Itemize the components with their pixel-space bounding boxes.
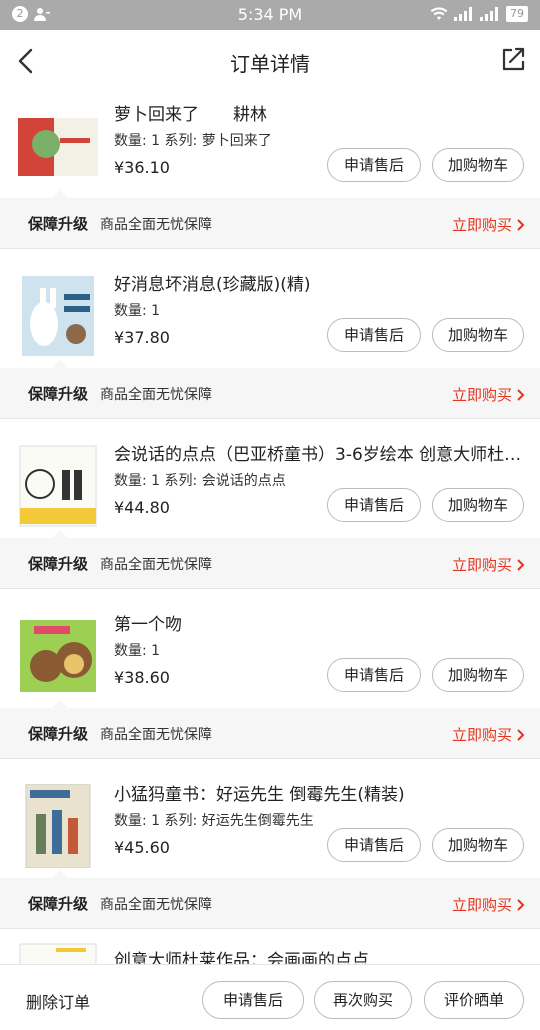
- book-cover-image[interactable]: [16, 942, 100, 964]
- apply-after-sale-button[interactable]: 申请售后: [327, 828, 421, 862]
- item-price: ¥36.10: [114, 158, 170, 177]
- guarantee-desc: 商品全面无忧保障: [100, 217, 212, 233]
- status-bar: 2 5:34 PM 79: [0, 0, 540, 30]
- chevron-right-icon: [517, 558, 525, 571]
- buy-now-label: 立即购买: [451, 216, 512, 234]
- item-name[interactable]: 会说话的点点（巴亚桥童书）3-6岁绘本 创意大师杜莱作品: [114, 440, 522, 464]
- pointer-arrow: [52, 360, 68, 368]
- item-name[interactable]: 小猛犸童书：好运先生 倒霉先生(精装): [114, 780, 522, 804]
- item-name[interactable]: 萝卜回来了 耕林: [114, 100, 522, 124]
- order-item: 小猛犸童书：好运先生 倒霉先生(精装) 数量: 1 系列: 好运先生倒霉先生 ¥…: [0, 772, 540, 942]
- item-price: ¥38.60: [114, 668, 170, 687]
- buy-again-button[interactable]: 再次购买: [314, 981, 412, 1019]
- book-cover-image[interactable]: [16, 104, 100, 188]
- chevron-right-icon: [517, 218, 525, 231]
- guarantee-title: 保障升级: [28, 895, 89, 913]
- item-meta: 数量: 1: [114, 303, 161, 319]
- signal-icon: [454, 7, 472, 21]
- divider: [0, 758, 540, 759]
- nav-bar: 订单详情: [0, 30, 540, 92]
- item-meta: 数量: 1 系列: 会说话的点点: [114, 473, 286, 489]
- item-price: ¥37.80: [114, 328, 170, 347]
- buy-now-link[interactable]: 立即购买: [452, 724, 526, 745]
- buy-now-link[interactable]: 立即购买: [452, 214, 526, 235]
- apply-after-sale-button[interactable]: 申请售后: [327, 488, 421, 522]
- guarantee-desc: 商品全面无忧保障: [100, 557, 212, 573]
- chevron-right-icon: [517, 728, 525, 741]
- guarantee-upgrade-row: 保障升级 商品全面无忧保障 立即购买: [0, 530, 540, 588]
- divider: [0, 588, 540, 589]
- add-to-cart-button[interactable]: 加购物车: [432, 658, 524, 692]
- guarantee-title: 保障升级: [28, 725, 89, 743]
- add-to-cart-button[interactable]: 加购物车: [432, 488, 524, 522]
- book-cover-image[interactable]: [16, 614, 100, 698]
- bottom-action-bar: 删除订单 申请售后 再次购买 评价晒单: [0, 964, 540, 1030]
- chevron-right-icon: [517, 898, 525, 911]
- guarantee-desc: 商品全面无忧保障: [100, 897, 212, 913]
- item-info: 小猛犸童书：好运先生 倒霉先生(精装) 数量: 1 系列: 好运先生倒霉先生: [114, 780, 522, 830]
- item-info: 会说话的点点（巴亚桥童书）3-6岁绘本 创意大师杜莱作品 数量: 1 系列: 会…: [114, 440, 522, 490]
- delete-order-button[interactable]: 删除订单: [26, 989, 90, 1013]
- buy-now-label: 立即购买: [451, 896, 512, 914]
- pointer-arrow: [52, 700, 68, 708]
- order-item: 会说话的点点（巴亚桥童书）3-6岁绘本 创意大师杜莱作品 数量: 1 系列: 会…: [0, 432, 540, 602]
- buy-now-link[interactable]: 立即购买: [452, 384, 526, 405]
- status-right: 79: [430, 6, 528, 22]
- item-price: ¥45.60: [114, 838, 170, 857]
- order-item: 萝卜回来了 耕林 数量: 1 系列: 萝卜回来了 ¥36.10 申请售后 加购物…: [0, 92, 540, 262]
- wifi-icon: [430, 7, 448, 20]
- order-items-list[interactable]: 萝卜回来了 耕林 数量: 1 系列: 萝卜回来了 ¥36.10 申请售后 加购物…: [0, 92, 540, 964]
- item-meta: 数量: 1 系列: 好运先生倒霉先生: [114, 813, 314, 829]
- guarantee-title: 保障升级: [28, 555, 89, 573]
- guarantee-upgrade-row: 保障升级 商品全面无忧保障 立即购买: [0, 870, 540, 928]
- item-name[interactable]: 第一个吻: [114, 610, 522, 634]
- apply-after-sale-button[interactable]: 申请售后: [327, 148, 421, 182]
- item-meta: 数量: 1: [114, 643, 161, 659]
- buy-now-link[interactable]: 立即购买: [452, 554, 526, 575]
- guarantee-desc: 商品全面无忧保障: [100, 387, 212, 403]
- add-to-cart-button[interactable]: 加购物车: [432, 318, 524, 352]
- divider: [0, 248, 540, 249]
- divider: [0, 418, 540, 419]
- apply-after-sale-button[interactable]: 申请售后: [327, 318, 421, 352]
- guarantee-upgrade-row: 保障升级 商品全面无忧保障 立即购买: [0, 700, 540, 758]
- item-info: 萝卜回来了 耕林 数量: 1 系列: 萝卜回来了: [114, 100, 522, 150]
- buy-now-label: 立即购买: [451, 556, 512, 574]
- buy-now-link[interactable]: 立即购买: [452, 894, 526, 915]
- battery-icon: 79: [506, 6, 528, 22]
- item-name[interactable]: 好消息坏消息(珍藏版)(精): [114, 270, 522, 294]
- page-title: 订单详情: [230, 52, 310, 76]
- book-cover-image[interactable]: [16, 274, 100, 358]
- guarantee-title: 保障升级: [28, 215, 89, 233]
- pointer-arrow: [52, 530, 68, 538]
- item-info: 好消息坏消息(珍藏版)(精) 数量: 1: [114, 270, 522, 320]
- buy-now-label: 立即购买: [451, 726, 512, 744]
- add-to-cart-button[interactable]: 加购物车: [432, 148, 524, 182]
- review-button[interactable]: 评价晒单: [424, 981, 524, 1019]
- chevron-right-icon: [517, 388, 525, 401]
- apply-after-sale-button[interactable]: 申请售后: [327, 658, 421, 692]
- book-cover-image[interactable]: [16, 784, 100, 868]
- divider: [0, 928, 540, 929]
- buy-now-label: 立即购买: [451, 386, 512, 404]
- add-to-cart-button[interactable]: 加购物车: [432, 828, 524, 862]
- guarantee-upgrade-row: 保障升级 商品全面无忧保障 立即购买: [0, 190, 540, 248]
- item-name[interactable]: 创意大师杜莱作品：会画画的点点: [114, 946, 369, 964]
- guarantee-upgrade-row: 保障升级 商品全面无忧保障 立即购买: [0, 360, 540, 418]
- item-price: ¥44.80: [114, 498, 170, 517]
- apply-after-sale-order-button[interactable]: 申请售后: [202, 981, 304, 1019]
- order-item-partial: 创意大师杜莱作品：会画画的点点: [0, 942, 540, 964]
- share-icon[interactable]: [498, 44, 528, 74]
- book-cover-image[interactable]: [16, 444, 100, 528]
- pointer-arrow: [52, 870, 68, 878]
- guarantee-desc: 商品全面无忧保障: [100, 727, 212, 743]
- signal-icon-2: [480, 7, 498, 21]
- item-meta: 数量: 1 系列: 萝卜回来了: [114, 133, 272, 149]
- item-info: 第一个吻 数量: 1: [114, 610, 522, 660]
- guarantee-title: 保障升级: [28, 385, 89, 403]
- pointer-arrow: [52, 190, 68, 198]
- order-item: 第一个吻 数量: 1 ¥38.60 申请售后 加购物车 保障升级 商品全面无忧保…: [0, 602, 540, 772]
- order-item: 好消息坏消息(珍藏版)(精) 数量: 1 ¥37.80 申请售后 加购物车 保障…: [0, 262, 540, 432]
